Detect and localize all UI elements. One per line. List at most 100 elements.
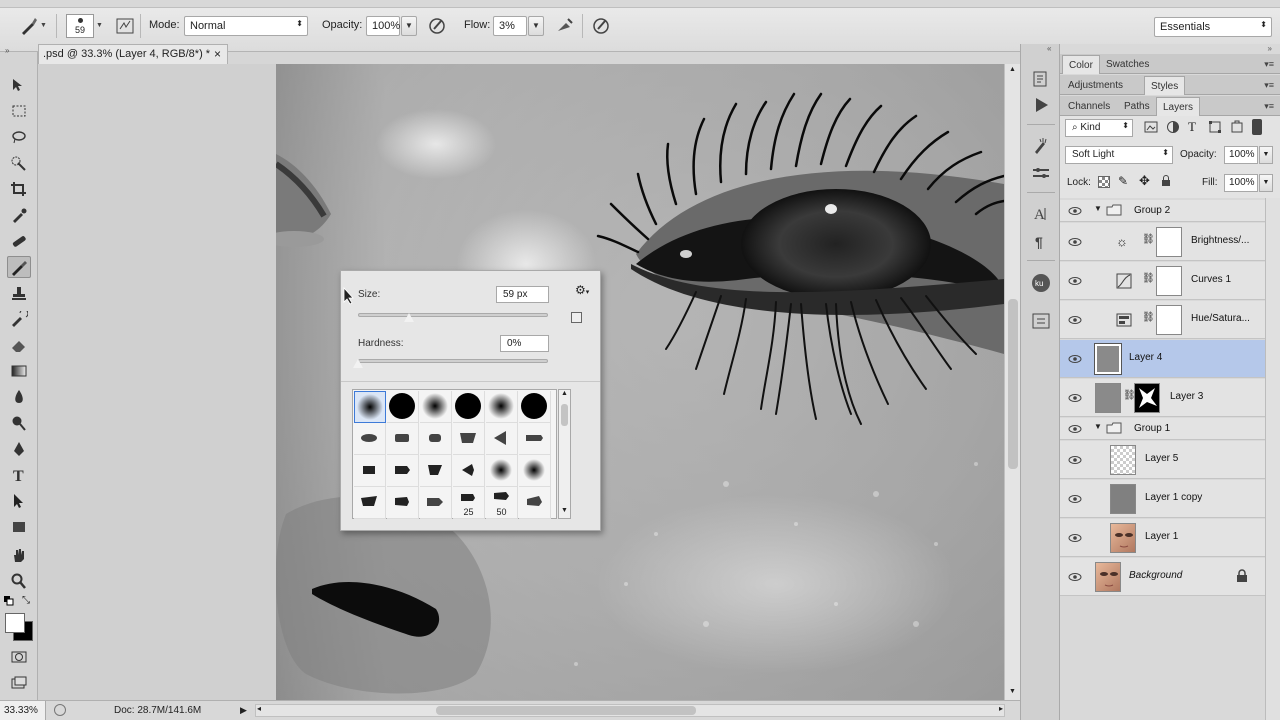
brush-preset[interactable] [420, 455, 452, 487]
layer-row-layer-1[interactable]: Layer 1 [1060, 519, 1265, 557]
layer-thumbnail[interactable] [1110, 445, 1136, 475]
brush-preset[interactable] [453, 455, 485, 487]
size-input[interactable]: 59 px [496, 286, 549, 303]
rectangle-tool-icon[interactable] [7, 516, 31, 538]
layer-mask-thumbnail[interactable] [1156, 227, 1182, 257]
brush-preset[interactable] [354, 391, 386, 423]
brush-preset[interactable] [486, 455, 518, 487]
expand-triangle-icon[interactable]: ▼ [1094, 422, 1102, 431]
tab-color[interactable]: Color [1062, 55, 1100, 74]
clone-source-icon[interactable] [1030, 162, 1052, 184]
toggle-brush-panel-icon[interactable] [114, 15, 136, 37]
filter-toggle-icon[interactable] [1252, 119, 1262, 135]
brush-preset[interactable] [420, 423, 452, 455]
hand-tool-icon[interactable] [7, 544, 31, 566]
brush-picker-button[interactable]: 59 [66, 14, 94, 38]
lock-transparent-icon[interactable] [1098, 176, 1110, 188]
brush-preset[interactable] [420, 391, 452, 423]
filter-smart-object-icon[interactable] [1230, 120, 1244, 134]
panel-menu-icon[interactable]: ▾≡ [1264, 59, 1274, 70]
status-menu-arrow-icon[interactable]: ▶ [240, 705, 247, 716]
paragraph-panel-icon[interactable]: ¶ [1030, 230, 1052, 252]
zoom-field[interactable]: 33.33% [0, 701, 46, 720]
hardness-slider-thumb[interactable] [353, 359, 363, 368]
brush-picker-arrow-icon[interactable]: ▼ [96, 22, 103, 29]
dodge-tool-icon[interactable] [7, 412, 31, 434]
eraser-tool-icon[interactable] [7, 334, 31, 356]
tab-paths[interactable]: Paths [1118, 97, 1156, 116]
layer-mask-thumbnail[interactable] [1134, 383, 1160, 413]
layer-mask-thumbnail[interactable] [1156, 305, 1182, 335]
layer-row-layer-4[interactable]: Layer 4 [1060, 340, 1265, 378]
brush-preset[interactable] [519, 487, 551, 519]
layer-row-curves[interactable]: ⛓ Curves 1 [1060, 262, 1265, 300]
expand-triangle-icon[interactable]: ▼ [1094, 204, 1102, 213]
tab-channels[interactable]: Channels [1062, 97, 1116, 116]
pressure-size-icon[interactable] [590, 15, 612, 37]
info-panel-icon[interactable] [1030, 310, 1052, 332]
layer-row-layer-1-copy[interactable]: Layer 1 copy [1060, 480, 1265, 518]
scroll-right-icon[interactable]: ▸ [999, 704, 1003, 713]
status-info-icon[interactable] [54, 704, 66, 716]
new-preset-icon[interactable] [571, 312, 582, 323]
chain-link-icon[interactable]: ⛓ [1142, 312, 1155, 323]
fill-slider-button[interactable]: ▼ [1259, 174, 1273, 192]
gradient-tool-icon[interactable] [7, 360, 31, 382]
pressure-opacity-icon[interactable] [426, 15, 448, 37]
hardness-input[interactable]: 0% [500, 335, 549, 352]
layer-thumbnail[interactable] [1094, 343, 1122, 375]
layer-row-brightness[interactable]: ☼ ⛓ Brightness/... [1060, 223, 1265, 261]
brush-preset[interactable] [354, 487, 386, 519]
layers-scrollbar[interactable] [1265, 198, 1280, 720]
visibility-eye-icon[interactable] [1067, 314, 1083, 326]
layer-row-layer-5[interactable]: Layer 5 [1060, 441, 1265, 479]
quick-selection-tool-icon[interactable] [7, 152, 31, 174]
brush-preset[interactable] [453, 391, 485, 423]
scroll-up-icon[interactable]: ▲ [1009, 66, 1016, 73]
opacity-slider-button[interactable]: ▼ [401, 16, 417, 36]
layer-thumbnail[interactable] [1110, 523, 1136, 553]
brush-preset[interactable]: 25 [453, 487, 485, 519]
filter-adjustment-icon[interactable] [1166, 120, 1180, 134]
scroll-left-icon[interactable]: ◂ [257, 704, 261, 713]
healing-brush-tool-icon[interactable] [7, 230, 31, 252]
swap-colors-icon[interactable]: ⤡ [22, 595, 30, 606]
clone-stamp-tool-icon[interactable] [7, 282, 31, 304]
opacity-input[interactable]: 100% [366, 16, 400, 36]
filter-pixel-icon[interactable] [1144, 120, 1158, 134]
flow-slider-button[interactable]: ▼ [528, 16, 544, 36]
brush-panel-icon[interactable] [1030, 134, 1052, 156]
airbrush-icon[interactable] [554, 15, 576, 37]
layer-row-hue-saturation[interactable]: ⛓ Hue/Satura... [1060, 301, 1265, 339]
brush-grid-scroll-thumb[interactable] [561, 404, 568, 426]
quick-mask-icon[interactable] [7, 646, 31, 668]
brush-preset[interactable] [354, 455, 386, 487]
lock-position-icon[interactable]: ✥ [1139, 173, 1150, 189]
marquee-tool-icon[interactable] [7, 100, 31, 122]
scroll-up-icon[interactable]: ▲ [561, 390, 568, 397]
brush-preset[interactable] [387, 391, 419, 423]
brush-preset[interactable] [387, 455, 419, 487]
visibility-eye-icon[interactable] [1067, 454, 1083, 466]
foreground-color-swatch[interactable] [5, 613, 25, 633]
visibility-eye-icon[interactable] [1067, 392, 1083, 404]
blur-tool-icon[interactable] [7, 386, 31, 408]
character-panel-icon[interactable]: A [1030, 202, 1052, 224]
brush-preset[interactable] [387, 423, 419, 455]
gear-icon[interactable]: ⚙▾ [575, 283, 589, 297]
brush-preset[interactable] [420, 487, 452, 519]
brush-preset[interactable]: 50 [486, 487, 518, 519]
history-panel-icon[interactable] [1030, 68, 1052, 90]
default-colors-icon[interactable] [4, 596, 14, 606]
brush-preset[interactable] [486, 391, 518, 423]
visibility-eye-icon[interactable] [1067, 532, 1083, 544]
brush-preset[interactable] [519, 455, 551, 487]
flow-input[interactable]: 3% [493, 16, 527, 36]
layer-row-group-2[interactable]: ▼ Group 2 [1060, 200, 1265, 222]
kuler-panel-icon[interactable]: ku [1030, 272, 1052, 294]
layer-row-background[interactable]: Background [1060, 558, 1265, 596]
chain-link-icon[interactable]: ⛓ [1142, 273, 1155, 284]
pen-tool-icon[interactable] [7, 438, 31, 460]
brush-preset[interactable] [486, 423, 518, 455]
dropdown-arrow-icon[interactable]: ▼ [40, 22, 47, 29]
